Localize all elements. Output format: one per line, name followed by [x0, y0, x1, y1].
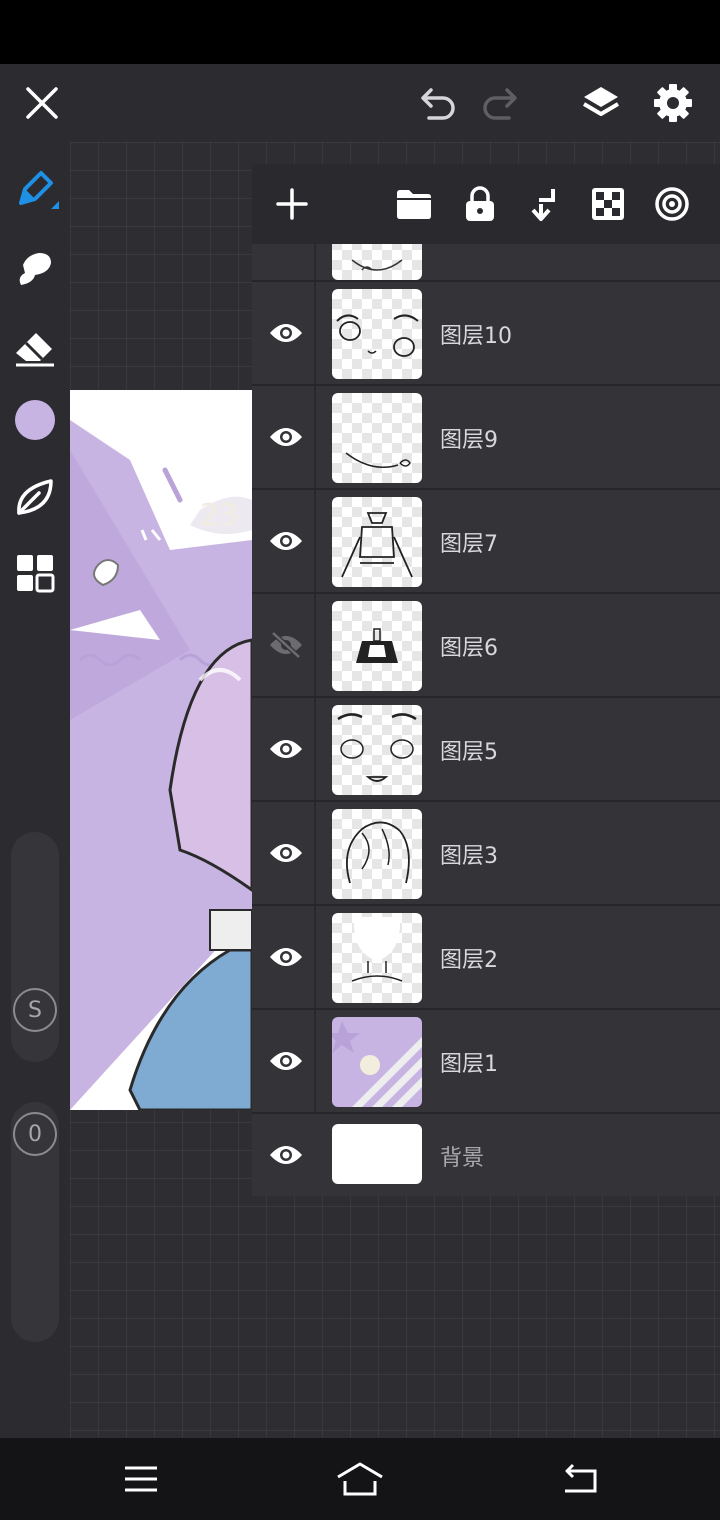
system-nav-bar: [0, 1438, 720, 1520]
background-color-thumbnail: [332, 1124, 422, 1184]
background-layer-row[interactable]: 背景: [252, 1114, 720, 1196]
add-layer-icon[interactable]: [268, 180, 316, 228]
layers-icon[interactable]: [578, 80, 624, 126]
layer-row[interactable]: 图层5: [252, 698, 720, 802]
eye-icon[interactable]: [262, 1037, 310, 1085]
eye-icon[interactable]: [262, 725, 310, 773]
layer-row[interactable]: 图层10: [252, 282, 720, 386]
eye-icon[interactable]: [262, 413, 310, 461]
settings-icon[interactable]: [650, 80, 696, 126]
eye-icon[interactable]: [262, 517, 310, 565]
menu-icon[interactable]: [116, 1456, 166, 1502]
layer-thumbnail: [332, 601, 422, 691]
left-toolbar: S 0: [0, 142, 70, 1438]
layer-thumbnail: [332, 497, 422, 587]
home-icon[interactable]: [335, 1456, 385, 1502]
layer-thumbnail: [332, 809, 422, 899]
eye-icon[interactable]: [262, 933, 310, 981]
layer-thumbnail: [332, 913, 422, 1003]
eye-icon[interactable]: [262, 1131, 310, 1179]
eye-hidden-icon[interactable]: [262, 621, 310, 669]
merge-down-icon[interactable]: [520, 180, 568, 228]
transparency-icon[interactable]: [584, 180, 632, 228]
redo-icon[interactable]: [478, 80, 524, 126]
svg-text:23: 23: [200, 498, 238, 533]
brush-tool-icon[interactable]: [10, 166, 60, 216]
status-bar: [0, 0, 720, 64]
top-toolbar: [0, 64, 720, 142]
layer-name: 图层2: [440, 948, 498, 973]
gallery-grid-icon[interactable]: [10, 548, 60, 598]
pen-shape-icon[interactable]: [10, 472, 60, 522]
eraser-tool-icon[interactable]: [10, 322, 60, 372]
layer-thumbnail: [332, 705, 422, 795]
back-icon[interactable]: [554, 1456, 604, 1502]
eye-icon[interactable]: [262, 829, 310, 877]
layer-row[interactable]: 图层2: [252, 906, 720, 1010]
layer-row[interactable]: 图层9: [252, 386, 720, 490]
layers-panel: 图层10 图层9 图层7 图层6 图层5 图层3 图层2 图层1 背景: [252, 164, 720, 1196]
undo-icon[interactable]: [414, 80, 460, 126]
layer-thumbnail: [332, 1017, 422, 1107]
layer-row-partial[interactable]: [252, 244, 720, 282]
layer-thumbnail: [332, 289, 422, 379]
color-swatch[interactable]: [10, 395, 60, 445]
close-icon[interactable]: [19, 80, 65, 126]
blend-icon[interactable]: [648, 180, 696, 228]
layer-row[interactable]: 图层6: [252, 594, 720, 698]
layer-name: 图层3: [440, 844, 498, 869]
layer-name: 图层9: [440, 428, 498, 453]
smudge-tool-icon[interactable]: [10, 244, 60, 294]
size-slider-badge: S: [13, 988, 57, 1032]
opacity-slider-badge: 0: [13, 1112, 57, 1156]
layer-row[interactable]: 图层7: [252, 490, 720, 594]
lock-icon[interactable]: [456, 180, 504, 228]
layer-name: 图层6: [440, 636, 498, 661]
layer-name: 背景: [440, 1146, 485, 1171]
layer-thumbnail: [332, 244, 422, 280]
layer-row[interactable]: 图层1: [252, 1010, 720, 1114]
layer-name: 图层1: [440, 1052, 498, 1077]
layer-name: 图层7: [440, 532, 498, 557]
layer-name: 图层5: [440, 740, 498, 765]
layer-row[interactable]: 图层3: [252, 802, 720, 906]
layer-thumbnail: [332, 393, 422, 483]
layers-toolbar: [252, 164, 720, 244]
artwork-canvas[interactable]: 23: [70, 390, 252, 1110]
eye-icon[interactable]: [262, 309, 310, 357]
layer-name: 图层10: [440, 324, 512, 349]
folder-icon[interactable]: [390, 180, 438, 228]
